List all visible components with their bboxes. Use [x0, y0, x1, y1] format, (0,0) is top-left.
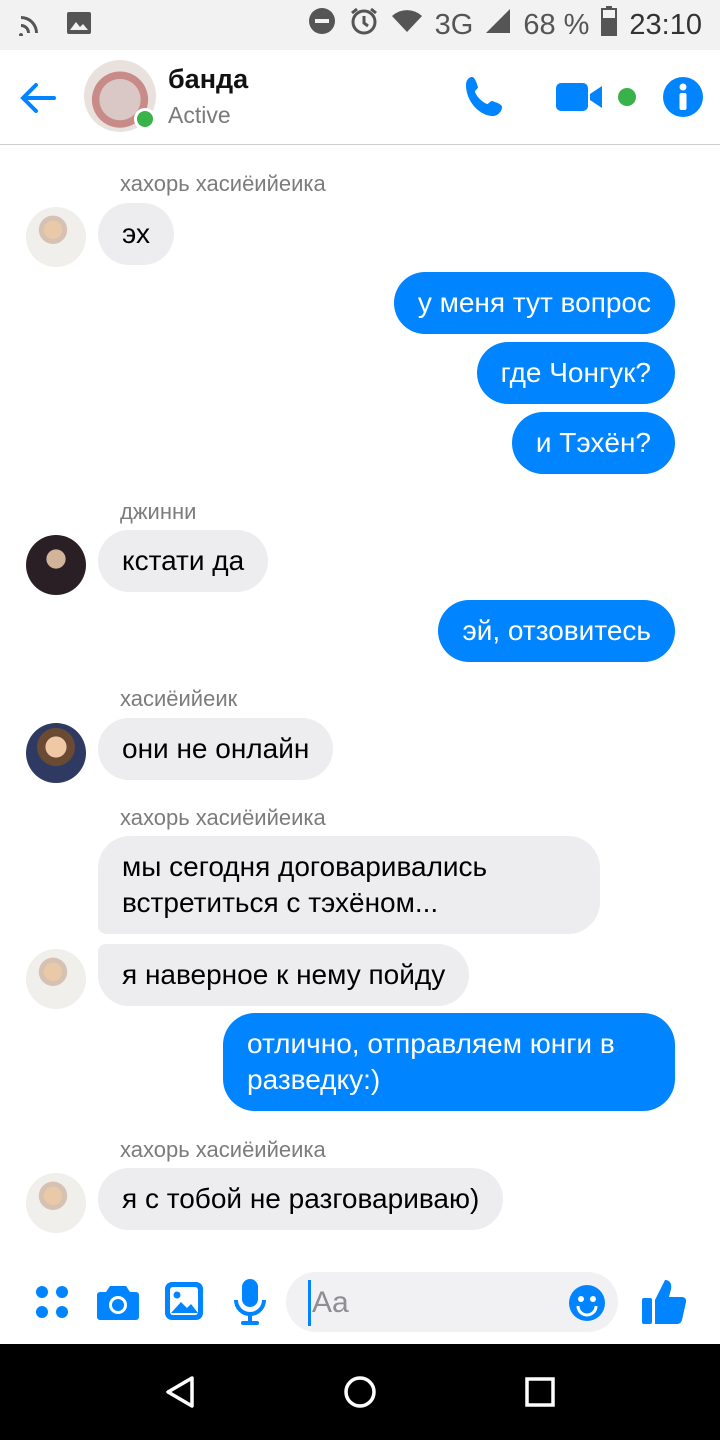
info-icon[interactable] [662, 76, 704, 123]
message-bubble[interactable]: я наверное к нему пойду [98, 944, 470, 1006]
gallery-icon[interactable] [163, 1280, 205, 1327]
message-bubble[interactable]: эй, отзовитесь [438, 600, 675, 662]
cast-icon [18, 10, 44, 41]
avatar[interactable] [26, 207, 86, 267]
thumbs-up-icon[interactable] [640, 1276, 688, 1331]
chat-status: Active [168, 102, 231, 128]
emoji-icon[interactable] [568, 1284, 606, 1327]
network-type: 3G [434, 8, 474, 41]
nav-recents-icon[interactable] [522, 1374, 558, 1415]
camera-icon[interactable] [96, 1282, 140, 1327]
avatar[interactable] [26, 723, 86, 783]
message-list[interactable]: хахорь хасиёийеика эх у меня тут вопрос … [0, 145, 720, 1267]
message-bubble[interactable]: эх [98, 203, 174, 265]
message-bubble[interactable]: и Тэхён? [511, 412, 675, 474]
back-arrow-icon[interactable] [14, 74, 62, 122]
clock: 23:10 [629, 8, 702, 41]
video-camera-icon[interactable] [556, 80, 606, 119]
composer: Aa [0, 1268, 720, 1344]
phone-icon[interactable] [462, 74, 508, 125]
nav-home-icon[interactable] [342, 1374, 378, 1415]
chat-header: банда Active [0, 50, 720, 145]
video-active-dot [618, 88, 636, 106]
avatar[interactable] [26, 1173, 86, 1233]
sender-name: хахорь хасиёийеика [120, 805, 326, 830]
sender-name: хасиёийеик [120, 686, 238, 711]
message-bubble[interactable]: кстати да [98, 530, 269, 592]
image-icon [66, 10, 92, 41]
message-bubble[interactable]: где Чонгук? [476, 342, 675, 404]
active-status-dot [134, 108, 156, 130]
message-bubble[interactable]: я с тобой не разговариваю) [98, 1168, 504, 1230]
do-not-disturb-icon [307, 6, 337, 44]
more-dots-icon[interactable] [32, 1282, 72, 1327]
text-cursor [308, 1280, 311, 1326]
message-bubble[interactable]: они не онлайн [98, 718, 334, 780]
avatar[interactable] [26, 949, 86, 1009]
wifi-icon [391, 8, 423, 42]
microphone-icon[interactable] [232, 1278, 268, 1331]
avatar[interactable] [26, 535, 86, 595]
message-input-placeholder: Aa [312, 1286, 349, 1319]
signal-icon [485, 8, 511, 42]
message-bubble[interactable]: мы сегодня договаривались встретиться с … [98, 836, 600, 934]
sender-name: хахорь хасиёийеика [120, 171, 326, 196]
sender-name: джинни [120, 499, 197, 524]
chat-title[interactable]: банда [168, 64, 248, 95]
system-navigation-bar [0, 1344, 720, 1440]
battery-percent: 68 % [523, 8, 590, 41]
message-bubble[interactable]: у меня тут вопрос [393, 272, 675, 334]
message-bubble[interactable]: отлично, отправляем юнги в разведку:) [223, 1013, 675, 1111]
status-bar: 3G 68 % 23:10 [0, 0, 720, 50]
battery-icon [601, 6, 618, 44]
sender-name: хахорь хасиёийеика [120, 1137, 326, 1162]
nav-back-icon[interactable] [162, 1374, 198, 1415]
alarm-icon [349, 6, 379, 44]
